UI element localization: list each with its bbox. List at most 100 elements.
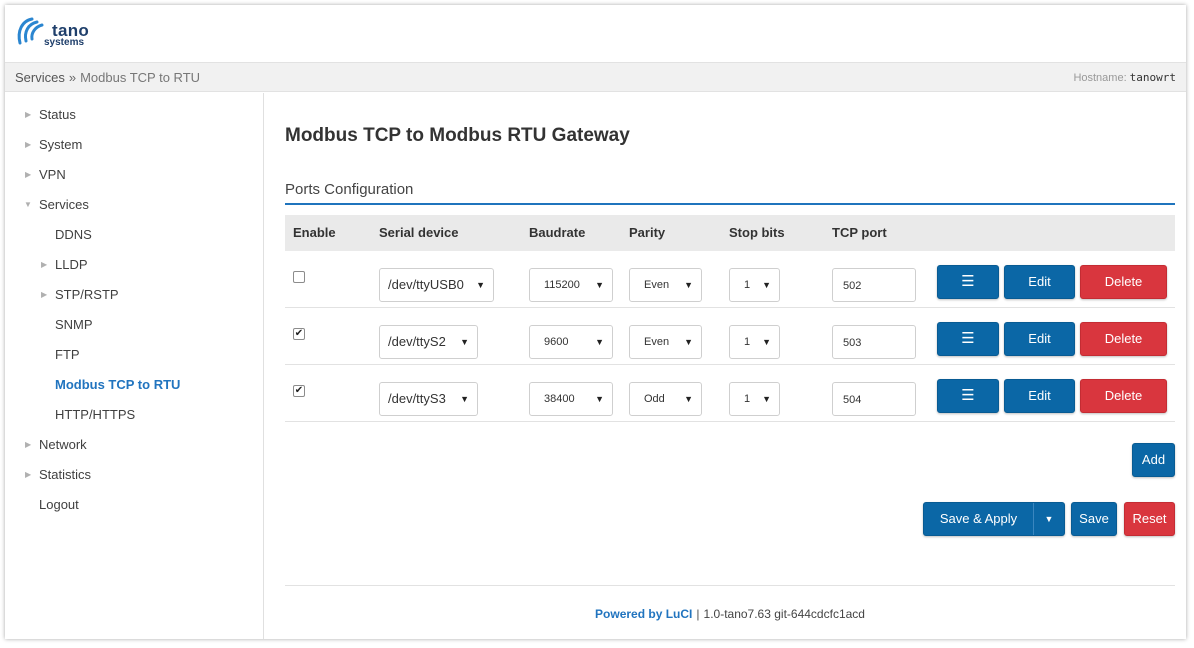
breadcrumb: Services» Modbus TCP to RTU (15, 70, 200, 85)
table-row: ✔ /dev/ttyS3 ▼ 38400 ▼ Odd ▼ 1 ▼ 504 ☰ Edit … (285, 365, 1175, 422)
sidebar: ▶ Status ▶ System ▶ VPN ▼ Services DDNS ▶ LLD… (5, 93, 264, 639)
add-button[interactable]: Add (1132, 443, 1175, 477)
serial-device-select[interactable]: /dev/ttyS2 ▼ (379, 325, 478, 359)
enable-checkbox[interactable] (293, 271, 305, 283)
breadcrumb-separator: » (68, 70, 77, 85)
main-content: Modbus TCP to Modbus RTU Gateway Ports C… (285, 93, 1175, 639)
edit-button[interactable]: Edit (1004, 322, 1075, 356)
enable-checkbox[interactable]: ✔ (293, 328, 305, 340)
sidebar-item-vpn[interactable]: ▶ VPN (5, 160, 263, 190)
select-value: 1 (744, 393, 751, 405)
sidebar-item-network[interactable]: ▶ Network (5, 430, 263, 460)
table-row: /dev/ttyUSB0 ▼ 115200 ▼ Even ▼ 1 ▼ 502 ☰ Edi… (285, 251, 1175, 308)
edit-button[interactable]: Edit (1004, 265, 1075, 299)
chevron-right-icon: ▶ (41, 260, 48, 269)
select-value: 1 (744, 279, 751, 291)
sidebar-item-lldp[interactable]: ▶ LLDP (5, 250, 263, 280)
column-header-enable: Enable (293, 225, 336, 240)
sidebar-item-label: STP/RSTP (55, 287, 119, 302)
sidebar-item-label: SNMP (55, 317, 93, 332)
sidebar-item-http-https[interactable]: HTTP/HTTPS (5, 400, 263, 430)
version-text: 1.0-tano7.63 git-644cdcfc1acd (703, 607, 865, 621)
select-value: 1 (744, 336, 751, 348)
powered-by-link[interactable]: Powered by LuCI (595, 607, 692, 621)
chevron-right-icon: ▶ (25, 440, 32, 449)
footer-divider (285, 585, 1175, 586)
baudrate-select[interactable]: 9600 ▼ (529, 325, 613, 359)
sidebar-item-system[interactable]: ▶ System (5, 130, 263, 160)
sidebar-item-label: FTP (55, 347, 80, 362)
delete-button[interactable]: Delete (1080, 322, 1167, 356)
hostname: Hostname: tanowrt (1073, 71, 1176, 84)
sidebar-item-label: Services (39, 197, 89, 212)
stop-bits-select[interactable]: 1 ▼ (729, 268, 780, 302)
reset-button[interactable]: Reset (1124, 502, 1175, 536)
column-header-stop-bits: Stop bits (729, 225, 785, 240)
breadcrumb-parent[interactable]: Services (15, 70, 65, 85)
caret-down-icon: ▼ (684, 394, 693, 404)
tcp-port-input[interactable]: 504 (832, 382, 916, 416)
stop-bits-select[interactable]: 1 ▼ (729, 382, 780, 416)
chevron-right-icon: ▶ (25, 470, 32, 479)
chevron-down-icon: ▼ (24, 200, 32, 209)
sidebar-item-ddns[interactable]: DDNS (5, 220, 263, 250)
caret-down-icon[interactable]: ▼ (1034, 503, 1064, 535)
sidebar-item-label: VPN (39, 167, 66, 182)
caret-down-icon: ▼ (762, 394, 771, 404)
sidebar-item-label: Logout (39, 497, 79, 512)
tcp-port-input[interactable]: 503 (832, 325, 916, 359)
baudrate-select[interactable]: 38400 ▼ (529, 382, 613, 416)
chevron-right-icon: ▶ (25, 170, 32, 179)
select-value: /dev/ttyS3 (388, 391, 446, 406)
enable-checkbox[interactable]: ✔ (293, 385, 305, 397)
sidebar-item-label: Statistics (39, 467, 92, 482)
reorder-button[interactable]: ☰ (937, 379, 999, 413)
delete-button[interactable]: Delete (1080, 265, 1167, 299)
serial-device-select[interactable]: /dev/ttyUSB0 ▼ (379, 268, 494, 302)
save-button[interactable]: Save (1071, 502, 1117, 536)
stop-bits-select[interactable]: 1 ▼ (729, 325, 780, 359)
save-apply-button[interactable]: Save & Apply (924, 503, 1033, 535)
sidebar-item-stp-rstp[interactable]: ▶ STP/RSTP (5, 280, 263, 310)
sidebar-item-statistics[interactable]: ▶ Statistics (5, 460, 263, 490)
column-header-parity: Parity (629, 225, 666, 240)
sidebar-item-ftp[interactable]: FTP (5, 340, 263, 370)
column-header-serial-device: Serial device (379, 225, 459, 240)
brand-logo[interactable]: tano systems (14, 13, 109, 53)
header: tano systems (5, 5, 1186, 62)
sidebar-item-services[interactable]: ▼ Services (5, 190, 263, 220)
select-value: Even (644, 336, 670, 348)
page-title: Modbus TCP to Modbus RTU Gateway (285, 125, 630, 146)
caret-down-icon: ▼ (595, 337, 604, 347)
sidebar-item-modbus-tcp-to-rtu[interactable]: Modbus TCP to RTU (5, 370, 263, 400)
edit-button[interactable]: Edit (1004, 379, 1075, 413)
caret-down-icon: ▼ (684, 337, 693, 347)
caret-down-icon: ▼ (762, 280, 771, 290)
parity-select[interactable]: Even ▼ (629, 325, 702, 359)
breadcrumb-bar: Services» Modbus TCP to RTU Hostname: tano… (5, 62, 1186, 92)
reorder-button[interactable]: ☰ (937, 322, 999, 356)
sidebar-item-logout[interactable]: Logout (5, 490, 263, 520)
parity-select[interactable]: Odd ▼ (629, 382, 702, 416)
caret-down-icon: ▼ (595, 280, 604, 290)
select-value: 38400 (544, 393, 575, 405)
caret-down-icon: ▼ (762, 337, 771, 347)
footer: Powered by LuCI | 1.0-tano7.63 git-644cdcf… (285, 607, 1175, 621)
footer-separator: | (696, 607, 700, 621)
parity-select[interactable]: Even ▼ (629, 268, 702, 302)
baudrate-select[interactable]: 115200 ▼ (529, 268, 613, 302)
sidebar-item-label: Modbus TCP to RTU (55, 377, 181, 392)
select-value: /dev/ttyUSB0 (388, 277, 464, 292)
sidebar-item-label: HTTP/HTTPS (55, 407, 136, 422)
table-header: Enable Serial device Baudrate Parity Sto… (285, 215, 1175, 251)
reorder-button[interactable]: ☰ (937, 265, 999, 299)
tcp-port-input[interactable]: 502 (832, 268, 916, 302)
sidebar-item-label: Network (39, 437, 87, 452)
select-value: Odd (644, 393, 665, 405)
sidebar-item-snmp[interactable]: SNMP (5, 310, 263, 340)
sidebar-item-status[interactable]: ▶ Status (5, 100, 263, 130)
caret-down-icon: ▼ (460, 337, 469, 347)
caret-down-icon: ▼ (684, 280, 693, 290)
serial-device-select[interactable]: /dev/ttyS3 ▼ (379, 382, 478, 416)
delete-button[interactable]: Delete (1080, 379, 1167, 413)
